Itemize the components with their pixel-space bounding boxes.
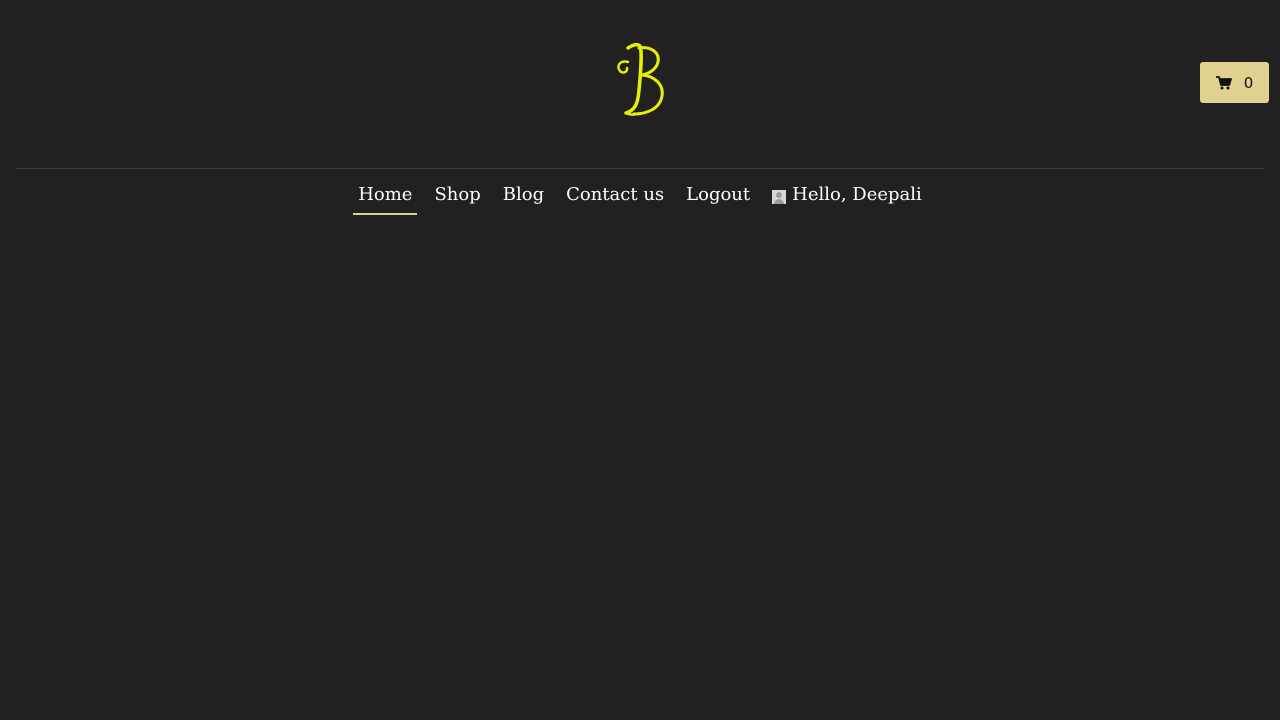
header-divider xyxy=(16,168,1264,169)
nav-item-logout[interactable]: Logout xyxy=(681,176,755,215)
nav-item-contact-us[interactable]: Contact us xyxy=(561,176,669,215)
nav-item-label: Shop xyxy=(434,183,481,205)
shopping-cart-icon xyxy=(1215,75,1232,90)
nav-item-user[interactable]: Hello, Deepali xyxy=(767,176,927,215)
header: 0 xyxy=(0,0,1280,168)
nav-item-label: Blog xyxy=(502,183,545,205)
nav-item-label: Contact us xyxy=(566,183,665,205)
user-avatar-icon xyxy=(772,189,787,204)
nav-item-label: Home xyxy=(358,183,413,205)
nav-item-blog[interactable]: Blog xyxy=(498,176,549,215)
cart-button[interactable]: 0 xyxy=(1200,62,1269,103)
brand-logo[interactable] xyxy=(608,40,672,120)
page: 0 Home Shop Blog Contact us Logout Hello… xyxy=(0,0,1280,720)
script-b-logo-icon xyxy=(617,42,664,116)
main-nav: Home Shop Blog Contact us Logout Hello, … xyxy=(0,176,1280,215)
nav-item-shop[interactable]: Shop xyxy=(429,176,485,215)
user-greeting: Hello, Deepali xyxy=(792,183,922,205)
nav-item-home[interactable]: Home xyxy=(353,176,418,215)
nav-item-label: Logout xyxy=(686,183,751,205)
cart-count: 0 xyxy=(1243,73,1254,92)
